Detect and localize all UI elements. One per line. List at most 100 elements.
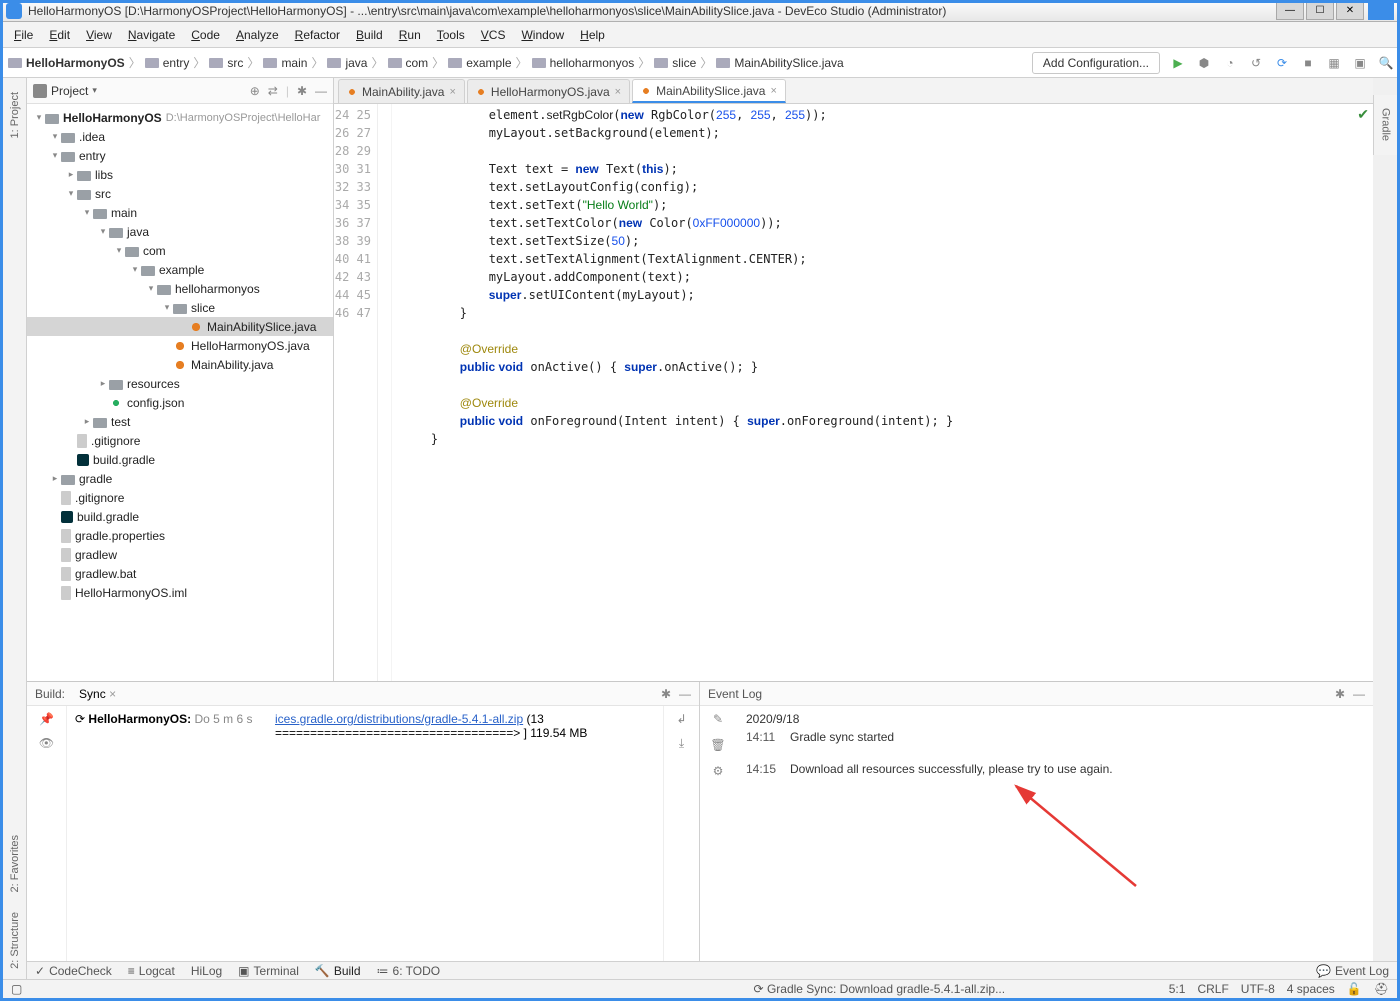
status-hat-icon[interactable]: ⛑ (1374, 982, 1389, 996)
expand-icon[interactable]: ⇄ (268, 84, 278, 98)
close-icon[interactable]: × (770, 85, 776, 97)
tree-item[interactable]: MainAbilitySlice.java (27, 317, 333, 336)
tool-codecheck[interactable]: ✓ CodeCheck (35, 964, 112, 978)
preview-icon[interactable]: ▣ (1352, 55, 1368, 71)
menu-code[interactable]: Code (183, 24, 228, 46)
breadcrumb-item[interactable]: java (325, 56, 369, 70)
inspection-ok-icon[interactable]: ✔ (1357, 106, 1369, 123)
tree-item[interactable]: ▾com (27, 241, 333, 260)
hide-icon[interactable]: — (315, 84, 327, 98)
left-strip-structure[interactable]: 2: Structure (9, 912, 21, 969)
event-log-content[interactable]: 2020/9/18 14:11Gradle sync started 14:15… (736, 706, 1373, 961)
tree-item[interactable]: ▸test (27, 412, 333, 431)
tree-item[interactable]: build.gradle (27, 450, 333, 469)
tree-item[interactable]: ▾entry (27, 146, 333, 165)
left-strip-project[interactable]: 1: Project (9, 92, 21, 138)
menu-file[interactable]: File (6, 24, 41, 46)
build-tab-sync[interactable]: Sync × (73, 685, 122, 703)
tree-item[interactable]: ▾example (27, 260, 333, 279)
status-indent[interactable]: 4 spaces (1287, 982, 1335, 996)
gradle-sync-icon[interactable]: ⟳ (1274, 55, 1290, 71)
tree-root[interactable]: ▾ HelloHarmonyOS D:\HarmonyOSProject\Hel… (27, 108, 333, 127)
close-button[interactable]: ✕ (1336, 2, 1364, 20)
tool-event-log[interactable]: 💬 Event Log (1316, 964, 1389, 978)
tree-item[interactable]: MainAbility.java (27, 355, 333, 374)
tool-logcat[interactable]: ≡ Logcat (128, 964, 175, 978)
editor-tab[interactable]: MainAbilitySlice.java× (632, 79, 786, 103)
breadcrumb-item[interactable]: entry (143, 56, 192, 70)
debug-icon[interactable]: ⬢ (1196, 55, 1212, 71)
menu-window[interactable]: Window (513, 24, 572, 46)
locate-icon[interactable]: ⊕ (250, 84, 260, 98)
soft-wrap-icon[interactable]: ↲ (676, 712, 686, 726)
trash-icon[interactable]: 🗑 (710, 738, 725, 752)
tree-item[interactable]: .gitignore (27, 431, 333, 450)
tool-build[interactable]: 🔨 Build (315, 964, 361, 978)
pin-icon[interactable]: 📌 (39, 712, 54, 726)
scroll-end-icon[interactable]: ⤓ (679, 736, 684, 751)
menu-navigate[interactable]: Navigate (120, 24, 183, 46)
edit-icon[interactable]: ✎ (713, 712, 723, 726)
tree-item[interactable]: build.gradle (27, 507, 333, 526)
gear-icon[interactable]: ⚙ (713, 764, 724, 778)
eye-icon[interactable]: 👁 (39, 736, 54, 750)
menu-edit[interactable]: Edit (41, 24, 78, 46)
status-encoding[interactable]: UTF-8 (1241, 982, 1275, 996)
settings-icon[interactable]: ✱ (297, 84, 307, 98)
tool-hilog[interactable]: HiLog (191, 964, 222, 978)
status-icon[interactable]: ▢ (11, 982, 22, 996)
attach-icon[interactable]: ↺ (1248, 55, 1264, 71)
breadcrumb-item[interactable]: main (261, 56, 309, 70)
tool-todo[interactable]: ≔ 6: TODO (377, 964, 441, 978)
minimize-button[interactable]: — (1276, 2, 1304, 20)
tool-terminal[interactable]: ▣ Terminal (238, 964, 299, 978)
tree-item[interactable]: ▸libs (27, 165, 333, 184)
breadcrumb-item[interactable]: com (386, 56, 431, 70)
status-line-ending[interactable]: CRLF (1197, 982, 1228, 996)
panel-settings-icon[interactable]: ✱ (661, 687, 671, 701)
status-lock-icon[interactable]: 🔓 (1347, 982, 1362, 996)
breadcrumb-item[interactable]: MainAbilitySlice.java (714, 56, 845, 70)
right-strip-gradle[interactable]: Gradle (1380, 108, 1392, 141)
search-icon[interactable]: 🔍 (1378, 55, 1394, 71)
tree-item[interactable]: HelloHarmonyOS.java (27, 336, 333, 355)
tree-item[interactable]: gradlew.bat (27, 564, 333, 583)
tree-item[interactable]: ▾src (27, 184, 333, 203)
tree-item[interactable]: HelloHarmonyOS.iml (27, 583, 333, 602)
breadcrumb-item[interactable]: helloharmonyos (530, 56, 637, 70)
add-configuration-button[interactable]: Add Configuration... (1032, 52, 1160, 74)
breadcrumb-item[interactable]: src (207, 56, 245, 70)
stop-icon[interactable]: ■ (1300, 55, 1316, 71)
tree-item[interactable]: config.json (27, 393, 333, 412)
profile-icon[interactable]: ◔ (1222, 55, 1238, 71)
tree-item[interactable]: .gitignore (27, 488, 333, 507)
panel-hide-icon[interactable]: — (679, 687, 691, 701)
run-icon[interactable]: ▶ (1170, 55, 1186, 71)
tree-item[interactable]: ▾java (27, 222, 333, 241)
close-icon[interactable]: × (449, 86, 455, 98)
menu-vcs[interactable]: VCS (473, 24, 514, 46)
breadcrumb-item[interactable]: HelloHarmonyOS (6, 56, 127, 70)
editor-tab[interactable]: HelloHarmonyOS.java× (467, 79, 630, 103)
layout-icon[interactable]: ▦ (1326, 55, 1342, 71)
tree-item[interactable]: ▸gradle (27, 469, 333, 488)
tree-item[interactable]: ▸resources (27, 374, 333, 393)
tree-item[interactable]: ▾slice (27, 298, 333, 317)
external-tool-icon[interactable] (1368, 2, 1394, 20)
menu-build[interactable]: Build (348, 24, 391, 46)
project-view-label[interactable]: Project (51, 84, 88, 98)
status-position[interactable]: 5:1 (1169, 982, 1186, 996)
menu-help[interactable]: Help (572, 24, 613, 46)
panel-hide-icon[interactable]: — (1353, 687, 1365, 701)
tree-item[interactable]: gradlew (27, 545, 333, 564)
tree-item[interactable]: gradle.properties (27, 526, 333, 545)
chevron-down-icon[interactable]: ▾ (92, 85, 97, 96)
close-icon[interactable]: × (615, 86, 621, 98)
editor-tab[interactable]: MainAbility.java× (338, 79, 465, 103)
maximize-button[interactable]: ☐ (1306, 2, 1334, 20)
menu-tools[interactable]: Tools (429, 24, 473, 46)
breadcrumb-item[interactable]: example (446, 56, 513, 70)
menu-refactor[interactable]: Refactor (287, 24, 348, 46)
breadcrumb-item[interactable]: slice (652, 56, 698, 70)
menu-view[interactable]: View (78, 24, 120, 46)
